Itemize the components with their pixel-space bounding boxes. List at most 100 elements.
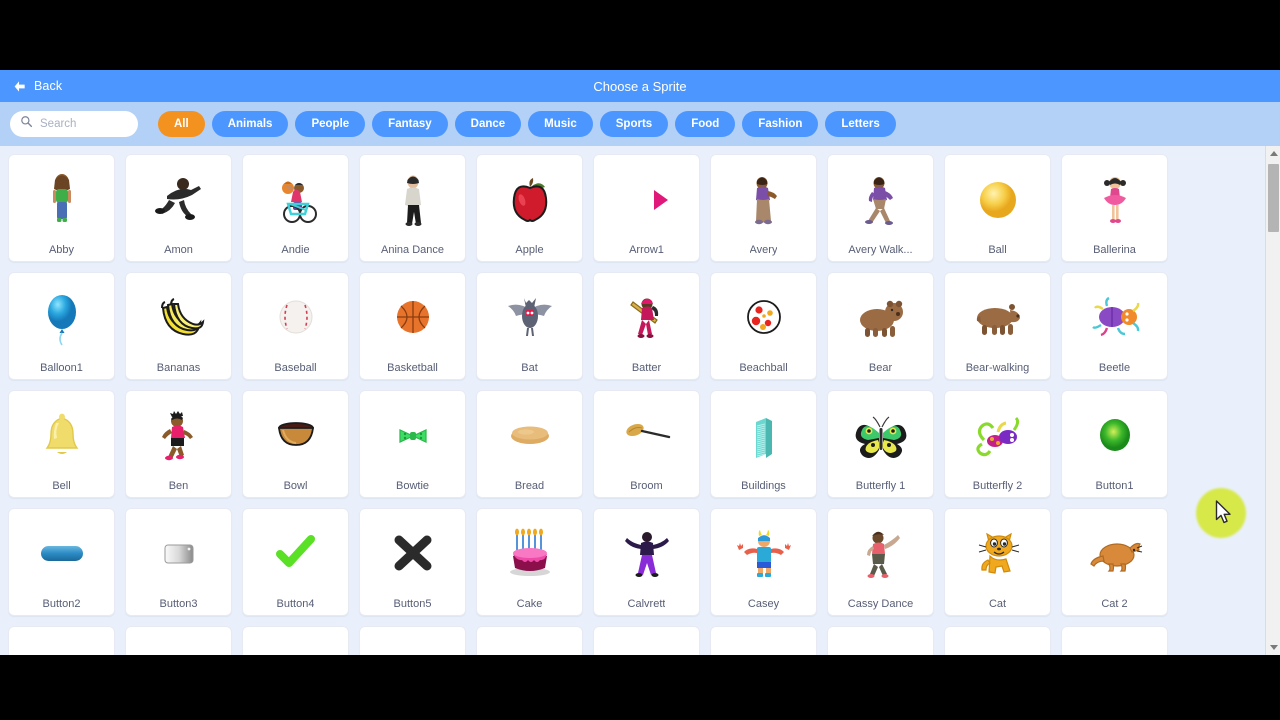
category-tag-animals[interactable]: Animals: [211, 111, 289, 137]
sprite-name: Ben: [168, 480, 189, 492]
sprite-card[interactable]: Button3: [125, 508, 232, 616]
sprite-card-partial[interactable]: [593, 626, 700, 655]
arrow-left-icon: [12, 79, 27, 94]
sprite-card[interactable]: Andie: [242, 154, 349, 262]
sprite-name: Beetle: [1098, 362, 1131, 374]
sprite-card[interactable]: Cat 2: [1061, 508, 1168, 616]
cat-icon: [945, 515, 1050, 593]
category-tag-music[interactable]: Music: [528, 111, 593, 137]
sprite-card[interactable]: Apple: [476, 154, 583, 262]
category-tag-fantasy[interactable]: Fantasy: [372, 111, 448, 137]
scroll-up-button[interactable]: [1266, 146, 1280, 161]
sprite-card[interactable]: Bat: [476, 272, 583, 380]
category-tag-fashion[interactable]: Fashion: [742, 111, 819, 137]
sprite-name: Abby: [48, 244, 75, 256]
sprite-card[interactable]: Beachball: [710, 272, 817, 380]
sprite-card[interactable]: Cassy Dance: [827, 508, 934, 616]
sprite-card-partial[interactable]: [242, 626, 349, 655]
vertical-scrollbar[interactable]: [1265, 146, 1280, 655]
search-box[interactable]: [10, 111, 138, 137]
sprite-card-partial[interactable]: [359, 626, 466, 655]
category-tag-sports[interactable]: Sports: [599, 111, 669, 137]
sprite-card[interactable]: Button1: [1061, 390, 1168, 498]
button-check-icon: [243, 515, 348, 593]
sprite-name: Bowl: [283, 480, 308, 492]
sprite-card[interactable]: Casey: [710, 508, 817, 616]
sprite-name: Button2: [42, 598, 81, 610]
category-tag-dance[interactable]: Dance: [454, 111, 522, 137]
sprite-name: Balloon1: [40, 362, 83, 374]
sprite-card-partial[interactable]: [710, 626, 817, 655]
sprite-name: Cat 2: [1101, 598, 1128, 610]
sprite-card[interactable]: Bear: [827, 272, 934, 380]
category-tag-letters[interactable]: Letters: [825, 111, 896, 137]
sprite-card[interactable]: Anina Dance: [359, 154, 466, 262]
bear-icon: [828, 279, 933, 357]
sprite-card[interactable]: Avery Walk...: [827, 154, 934, 262]
sprite-card-partial[interactable]: [944, 626, 1051, 655]
sprite-card[interactable]: Abby: [8, 154, 115, 262]
sprite-card[interactable]: Cake: [476, 508, 583, 616]
arrow-right-icon: [594, 161, 699, 239]
modal-header: Back Choose a Sprite: [0, 70, 1280, 102]
sprite-card[interactable]: Bowl: [242, 390, 349, 498]
sprite-card[interactable]: Calvrett: [593, 508, 700, 616]
sprite-card[interactable]: Bread: [476, 390, 583, 498]
sprite-card[interactable]: Beetle: [1061, 272, 1168, 380]
sprite-library-modal: Back Choose a Sprite AllAnimalsPeopleFan…: [0, 70, 1280, 655]
scrollbar-thumb[interactable]: [1268, 164, 1279, 232]
sprite-name: Butterfly 1: [855, 480, 906, 492]
beachball-icon: [711, 279, 816, 357]
bell-icon: [9, 397, 114, 475]
sprite-name: Button1: [1095, 480, 1134, 492]
sprite-card[interactable]: Bear-walking: [944, 272, 1051, 380]
sprite-card[interactable]: Cat: [944, 508, 1051, 616]
sprite-card[interactable]: Arrow1: [593, 154, 700, 262]
sprite-card[interactable]: Button5: [359, 508, 466, 616]
sprite-card[interactable]: Batter: [593, 272, 700, 380]
sprite-card[interactable]: Balloon1: [8, 272, 115, 380]
sprite-name: Bear: [868, 362, 893, 374]
button-green-round-icon: [1062, 397, 1167, 475]
sprite-card[interactable]: Baseball: [242, 272, 349, 380]
scroll-down-button[interactable]: [1266, 640, 1280, 655]
bat-icon: [477, 279, 582, 357]
sprite-card[interactable]: Button2: [8, 508, 115, 616]
sprite-name: Cassy Dance: [847, 598, 914, 610]
sprite-card-partial[interactable]: [8, 626, 115, 655]
person-amon-icon: [126, 161, 231, 239]
sprite-name: Beachball: [739, 362, 788, 374]
sprite-card-partial[interactable]: [1061, 626, 1168, 655]
category-tag-all[interactable]: All: [158, 111, 205, 137]
sprite-card[interactable]: Buildings: [710, 390, 817, 498]
letterbox-top: [0, 0, 1280, 70]
sprite-card[interactable]: Ben: [125, 390, 232, 498]
back-button[interactable]: Back: [12, 79, 62, 94]
sprite-card[interactable]: Bell: [8, 390, 115, 498]
sprite-card[interactable]: Avery: [710, 154, 817, 262]
sprite-card[interactable]: Broom: [593, 390, 700, 498]
sprite-card-partial[interactable]: [125, 626, 232, 655]
sprite-card[interactable]: Ballerina: [1061, 154, 1168, 262]
sprite-name: Bear-walking: [965, 362, 1030, 374]
chevron-up-icon: [1269, 151, 1278, 156]
sprite-name: Ball: [988, 244, 1007, 256]
category-tag-food[interactable]: Food: [675, 111, 736, 137]
sprite-card[interactable]: Ball: [944, 154, 1051, 262]
sprite-card[interactable]: Basketball: [359, 272, 466, 380]
sprite-card[interactable]: Butterfly 2: [944, 390, 1051, 498]
sprite-card-partial[interactable]: [827, 626, 934, 655]
bread-icon: [477, 397, 582, 475]
sprite-card-partial[interactable]: [476, 626, 583, 655]
search-input[interactable]: [40, 118, 128, 130]
sprite-card[interactable]: Bowtie: [359, 390, 466, 498]
category-tag-people[interactable]: People: [295, 111, 366, 137]
sprite-card[interactable]: Bananas: [125, 272, 232, 380]
person-ben-icon: [126, 397, 231, 475]
sprite-card[interactable]: Button4: [242, 508, 349, 616]
sprite-card[interactable]: Amon: [125, 154, 232, 262]
person-andie-icon: [243, 161, 348, 239]
sprite-card[interactable]: Butterfly 1: [827, 390, 934, 498]
button-grey-rect-icon: [126, 515, 231, 593]
sprite-grid-scroll-area[interactable]: Abby Amon Andie Anina Dance Apple Arrow1 Avery…: [0, 146, 1280, 655]
